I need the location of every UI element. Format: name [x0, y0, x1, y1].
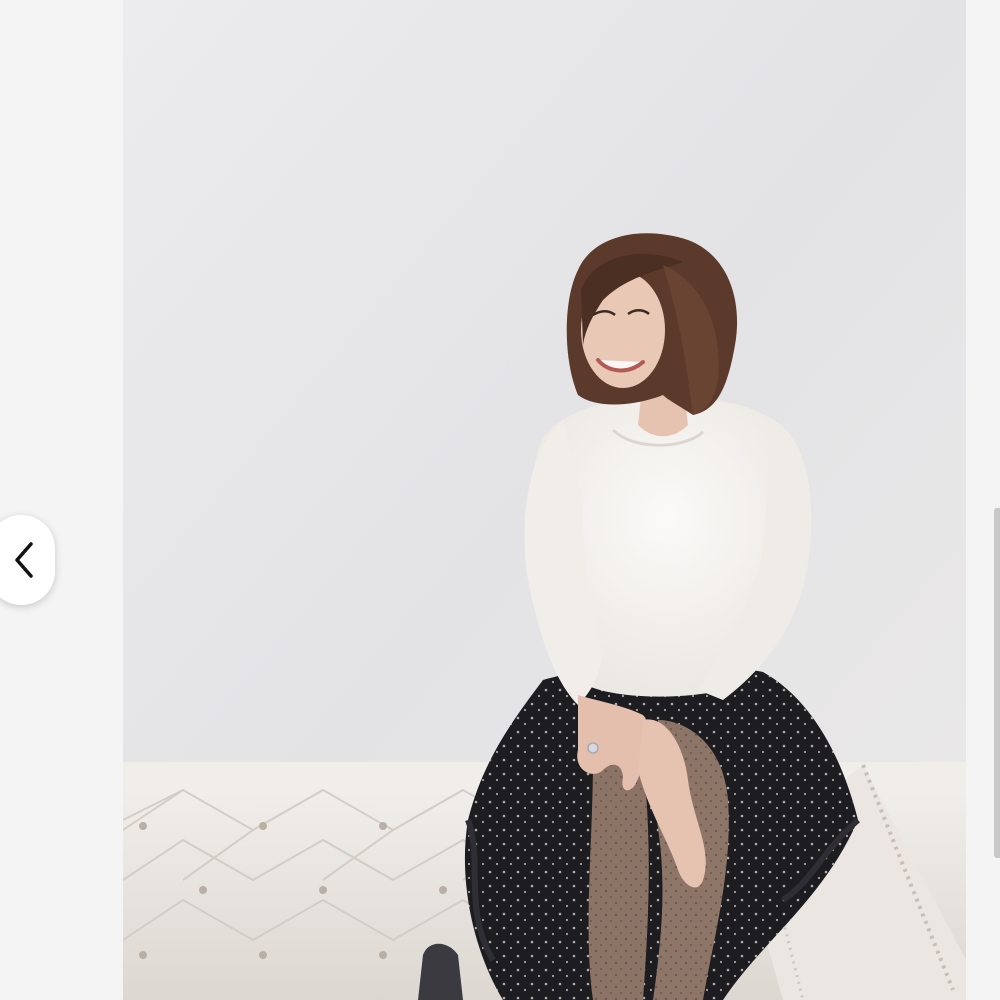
photo-illustration [123, 0, 966, 1000]
photo[interactable] [123, 0, 966, 1000]
head [566, 233, 738, 415]
scrollbar[interactable] [994, 508, 1000, 858]
image-viewer [0, 0, 1000, 1000]
chevron-left-icon [14, 542, 33, 578]
previous-image-button[interactable] [0, 515, 55, 605]
